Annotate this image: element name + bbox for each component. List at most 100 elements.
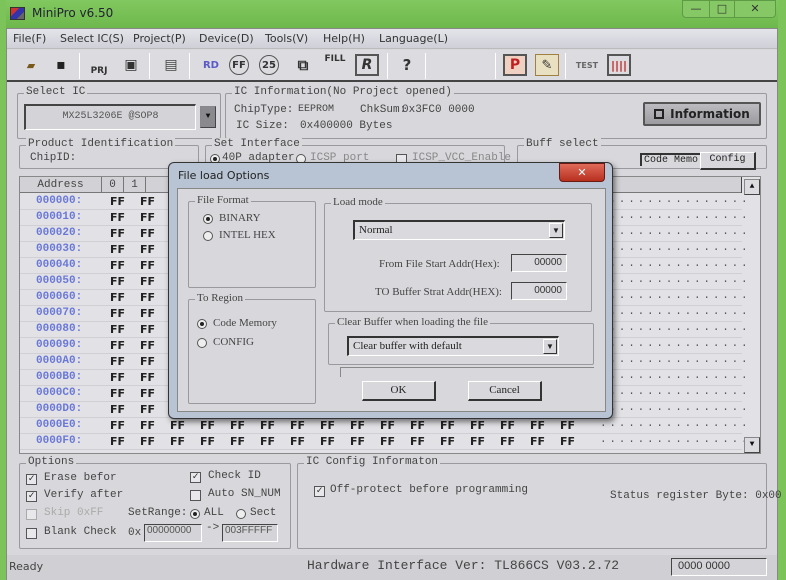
blank-check-checkbox[interactable] bbox=[26, 528, 37, 539]
hex-byte[interactable]: FF bbox=[500, 419, 515, 432]
hex-byte[interactable]: FF bbox=[380, 419, 395, 432]
hex-byte[interactable]: FF bbox=[440, 419, 455, 432]
hex-byte[interactable]: FF bbox=[560, 419, 575, 432]
menu-language[interactable]: Language(L) bbox=[379, 32, 448, 45]
range-sect-radio[interactable] bbox=[236, 509, 246, 519]
hex-byte[interactable]: FF bbox=[140, 211, 155, 224]
hex-byte[interactable]: FF bbox=[140, 227, 155, 240]
hex-byte[interactable]: FF bbox=[530, 419, 545, 432]
load-mode-dropdown-arrow[interactable]: ▼ bbox=[549, 223, 563, 238]
scroll-down-button[interactable]: ▼ bbox=[744, 437, 760, 453]
copy-chip-icon[interactable]: ⧉ bbox=[291, 54, 315, 76]
hex-byte[interactable]: FF bbox=[170, 435, 185, 448]
off-protect-checkbox[interactable]: ✓ bbox=[314, 486, 325, 497]
title-bar[interactable]: MiniPro v6.50 — □ ✕ bbox=[6, 0, 778, 28]
hex-byte[interactable]: FF bbox=[140, 435, 155, 448]
hex-byte[interactable]: FF bbox=[110, 275, 125, 288]
hex-byte[interactable]: FF bbox=[110, 291, 125, 304]
hex-byte[interactable]: FF bbox=[140, 195, 155, 208]
hex-byte[interactable]: FF bbox=[410, 419, 425, 432]
radio-intel-hex[interactable] bbox=[203, 231, 213, 241]
hex-byte[interactable]: FF bbox=[230, 419, 245, 432]
radio-config[interactable] bbox=[197, 338, 207, 348]
tab-code-memo[interactable]: Code Memo bbox=[640, 153, 701, 166]
hex-byte[interactable]: FF bbox=[260, 435, 275, 448]
hex-byte[interactable]: FF bbox=[110, 339, 125, 352]
hex-byte[interactable]: FF bbox=[320, 435, 335, 448]
cancel-button[interactable]: Cancel bbox=[468, 381, 542, 401]
hex-byte[interactable]: FF bbox=[560, 435, 575, 448]
hex-byte[interactable]: FF bbox=[200, 419, 215, 432]
scroll-up-button[interactable]: ▲ bbox=[744, 179, 760, 195]
hex-byte[interactable]: FF bbox=[140, 371, 155, 384]
hex-byte[interactable]: FF bbox=[230, 435, 245, 448]
radio-code-memory[interactable] bbox=[197, 319, 207, 329]
hex-byte[interactable]: FF bbox=[500, 435, 515, 448]
hex-byte[interactable]: FF bbox=[470, 419, 485, 432]
hex-byte[interactable]: FF bbox=[110, 211, 125, 224]
hex-byte[interactable]: FF bbox=[260, 419, 275, 432]
select-ic-dropdown-button[interactable]: ▼ bbox=[200, 106, 216, 128]
hex-byte[interactable]: FF bbox=[410, 435, 425, 448]
clear-buffer-select[interactable]: Clear buffer with default ▼ bbox=[347, 336, 559, 356]
range-to-input[interactable]: 003FFFFF bbox=[222, 524, 278, 542]
hex-byte[interactable]: FF bbox=[110, 307, 125, 320]
hex-byte[interactable]: FF bbox=[140, 387, 155, 400]
hex-byte[interactable]: FF bbox=[140, 403, 155, 416]
radio-binary[interactable] bbox=[203, 214, 213, 224]
chip-save-icon[interactable]: ▤ bbox=[159, 54, 183, 76]
register-icon[interactable]: R bbox=[355, 54, 379, 76]
hex-byte[interactable]: FF bbox=[140, 275, 155, 288]
verify-icon[interactable]: 25 bbox=[259, 55, 279, 75]
minimize-button[interactable]: — bbox=[682, 0, 710, 18]
verify-after-checkbox[interactable]: ✓ bbox=[26, 491, 37, 502]
from-file-start-input[interactable]: 00000 bbox=[511, 254, 567, 272]
hex-byte[interactable]: FF bbox=[110, 195, 125, 208]
skip-0xff-checkbox[interactable] bbox=[26, 509, 37, 520]
hex-byte[interactable]: FF bbox=[140, 259, 155, 272]
hex-byte[interactable]: FF bbox=[530, 435, 545, 448]
hex-byte[interactable]: FF bbox=[350, 419, 365, 432]
program-icon[interactable]: P bbox=[503, 54, 527, 76]
hex-byte[interactable]: FF bbox=[110, 435, 125, 448]
fill-icon[interactable]: FILL bbox=[323, 54, 347, 76]
save-project-icon[interactable]: ▣ bbox=[119, 54, 143, 76]
hex-byte[interactable]: FF bbox=[380, 435, 395, 448]
save-icon[interactable]: ▪ bbox=[49, 54, 73, 76]
open-folder-icon[interactable]: ▰ bbox=[19, 54, 43, 76]
ic-test-icon[interactable]: |||| bbox=[607, 54, 631, 76]
hex-byte[interactable]: FF bbox=[440, 435, 455, 448]
close-button[interactable]: ✕ bbox=[734, 0, 776, 18]
hex-byte[interactable]: FF bbox=[140, 355, 155, 368]
to-buffer-start-input[interactable]: 00000 bbox=[511, 282, 567, 300]
hex-byte[interactable]: FF bbox=[110, 371, 125, 384]
hex-byte[interactable]: FF bbox=[140, 291, 155, 304]
menu-project[interactable]: Project(P) bbox=[133, 32, 186, 45]
range-from-input[interactable]: 00000000 bbox=[144, 524, 202, 542]
read-device-icon[interactable]: RD bbox=[199, 54, 223, 76]
open-project-icon[interactable]: PRJ bbox=[87, 54, 111, 76]
hex-byte[interactable]: FF bbox=[350, 435, 365, 448]
hex-byte[interactable]: FF bbox=[110, 387, 125, 400]
check-id-checkbox[interactable]: ✓ bbox=[190, 472, 201, 483]
hex-byte[interactable]: FF bbox=[290, 435, 305, 448]
menu-help[interactable]: Help(H) bbox=[323, 32, 365, 45]
auto-sn-checkbox[interactable] bbox=[190, 490, 201, 501]
hex-byte[interactable]: FF bbox=[470, 435, 485, 448]
information-button[interactable]: Information bbox=[643, 102, 761, 126]
menu-device[interactable]: Device(D) bbox=[199, 32, 254, 45]
range-all-radio[interactable] bbox=[190, 509, 200, 519]
help-icon[interactable]: ? bbox=[395, 54, 419, 76]
hex-byte[interactable]: FF bbox=[170, 419, 185, 432]
hex-byte[interactable]: FF bbox=[140, 307, 155, 320]
hex-byte[interactable]: FF bbox=[140, 419, 155, 432]
menu-select-ic[interactable]: Select IC(S) bbox=[60, 32, 124, 45]
dialog-close-button[interactable]: ✕ bbox=[559, 163, 605, 182]
hex-byte[interactable]: FF bbox=[110, 323, 125, 336]
selected-ic-field[interactable]: MX25L3206E @SOP8 bbox=[24, 104, 196, 130]
menu-file[interactable]: File(F) bbox=[13, 32, 46, 45]
blank-check-icon[interactable]: FF bbox=[229, 55, 249, 75]
ok-button[interactable]: OK bbox=[362, 381, 436, 401]
hex-byte[interactable]: FF bbox=[140, 243, 155, 256]
hex-byte[interactable]: FF bbox=[110, 419, 125, 432]
